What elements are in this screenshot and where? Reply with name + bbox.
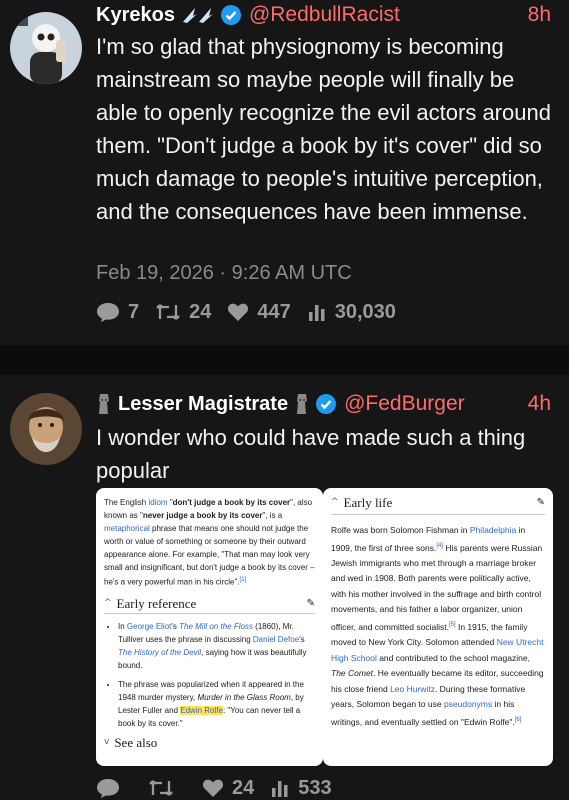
wiki-intro: The English idiom "don't judge a book by… bbox=[104, 498, 315, 587]
user-handle[interactable]: @FedBurger bbox=[344, 392, 465, 416]
tweet-divider bbox=[0, 345, 569, 375]
retweet-button[interactable] bbox=[148, 778, 182, 798]
heart-icon bbox=[228, 303, 249, 321]
views-button[interactable]: 533 bbox=[270, 776, 332, 800]
views-icon bbox=[308, 305, 325, 321]
stats-bar: 24 533 bbox=[96, 773, 348, 800]
wing-icon bbox=[181, 6, 215, 24]
stats-bar: 7 24 447 30,030 bbox=[96, 297, 412, 327]
wiki-section-heading[interactable]: v See also bbox=[104, 736, 315, 749]
reply-button[interactable]: 7 bbox=[96, 301, 139, 324]
retweet-button[interactable]: 24 bbox=[155, 301, 211, 324]
avatar[interactable] bbox=[10, 393, 82, 465]
like-count: 24 bbox=[232, 776, 255, 799]
views-icon bbox=[272, 781, 288, 797]
chevron-up-icon: ^ bbox=[331, 497, 339, 507]
chevron-up-icon: ^ bbox=[104, 597, 112, 608]
views-count: 30,030 bbox=[334, 300, 396, 323]
reply-button[interactable] bbox=[96, 777, 128, 799]
verified-badge-icon bbox=[220, 5, 241, 25]
moai-icon bbox=[294, 393, 310, 415]
reply-icon bbox=[97, 303, 119, 322]
timestamp[interactable]: 4h bbox=[528, 392, 551, 416]
tweet-1: Kyrekos @RedbullRacist 8h I'm so glad th… bbox=[0, 0, 569, 345]
like-button[interactable]: 24 bbox=[202, 777, 254, 800]
wiki-section-heading[interactable]: ^ Early life ✎ bbox=[331, 496, 545, 509]
highlighted-name: Edwin Rolfe bbox=[180, 705, 223, 715]
edit-pencil-icon[interactable]: ✎ bbox=[307, 597, 315, 610]
views-button[interactable]: 30,030 bbox=[307, 301, 396, 324]
wiki-list-item: The phrase was popularized when it appea… bbox=[118, 678, 315, 730]
retweet-icon bbox=[149, 780, 173, 796]
attached-image-right[interactable]: ^ Early life ✎ Rolfe was born Solomon Fi… bbox=[323, 488, 553, 766]
timestamp[interactable]: 8h bbox=[528, 3, 551, 27]
display-name[interactable]: Kyrekos bbox=[96, 4, 175, 27]
verified-badge-icon bbox=[316, 394, 337, 414]
reply-count: 7 bbox=[128, 300, 140, 323]
views-count: 533 bbox=[298, 776, 332, 799]
attached-image-left[interactable]: The English idiom "don't judge a book by… bbox=[96, 488, 323, 766]
user-handle[interactable]: @RedbullRacist bbox=[249, 3, 400, 27]
retweet-icon bbox=[156, 304, 180, 320]
tweet-text: I'm so glad that physiognomy is becoming… bbox=[96, 34, 551, 224]
wiki-section-heading[interactable]: ^ Early reference ✎ bbox=[104, 597, 315, 610]
avatar[interactable] bbox=[10, 12, 82, 84]
display-name[interactable]: Lesser Magistrate bbox=[118, 393, 288, 416]
chevron-down-icon: v bbox=[104, 736, 110, 747]
tweet-text: I wonder who could have made such a thin… bbox=[96, 425, 526, 483]
like-button[interactable]: 447 bbox=[227, 300, 291, 324]
reply-icon bbox=[97, 779, 119, 798]
wiki-paragraph: Rolfe was born Solomon Fishman in Philad… bbox=[331, 525, 544, 727]
edit-pencil-icon[interactable]: ✎ bbox=[537, 496, 545, 509]
heart-icon bbox=[202, 779, 224, 797]
moai-icon bbox=[96, 393, 112, 415]
like-count: 447 bbox=[257, 300, 291, 323]
retweet-count: 24 bbox=[189, 300, 212, 323]
wiki-list-item: In George Eliot's The Mill on the Floss … bbox=[118, 620, 315, 672]
post-date[interactable]: Feb 19, 2026 · 9:26 AM UTC bbox=[96, 262, 352, 285]
